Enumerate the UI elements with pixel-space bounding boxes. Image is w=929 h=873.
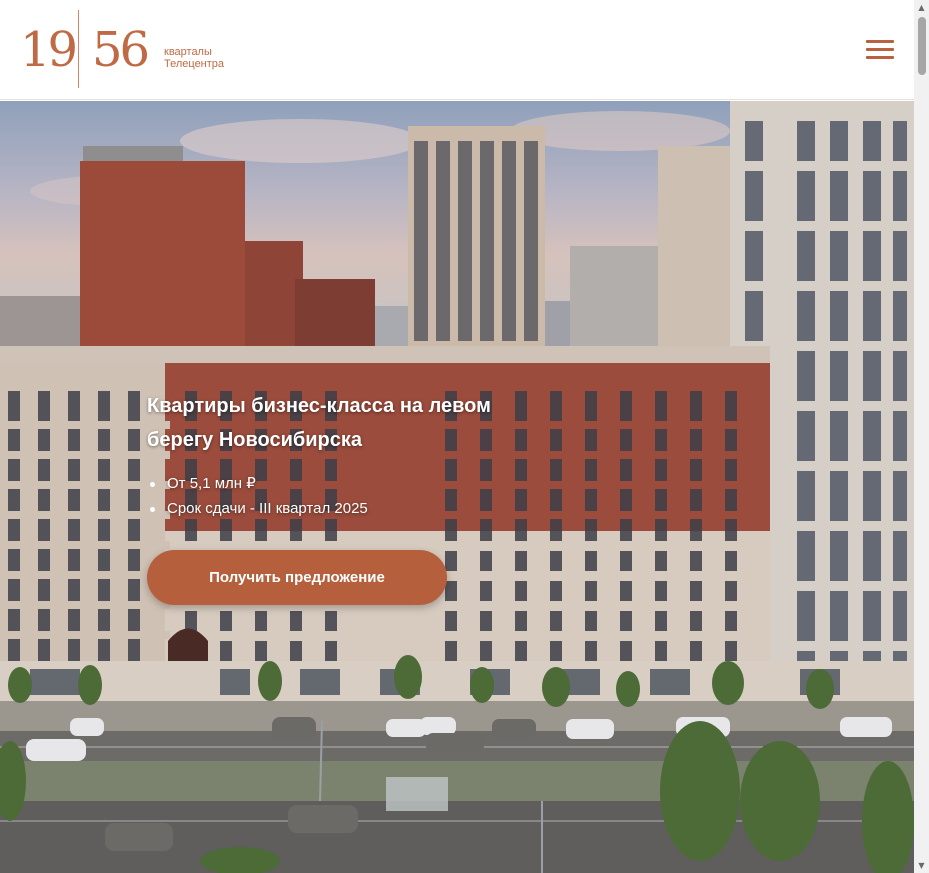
logo-divider: [78, 10, 79, 88]
hero-title-line2: берегу Новосибирска: [147, 429, 363, 451]
hero-section: Квартиры бизнес-класса на левом берегу Н…: [0, 101, 914, 873]
logo-tagline-line1: кварталы: [164, 46, 212, 58]
logo-tagline-line2: Телецентра: [164, 58, 225, 70]
hamburger-line: [866, 40, 894, 43]
hero-features-list: От 5,1 млн ₽ Срок сдачи - III квартал 20…: [147, 471, 567, 521]
logo-tagline: кварталы Телецентра: [164, 46, 224, 70]
site-header: 19 56 кварталы Телецентра: [0, 0, 914, 100]
logo[interactable]: 19 56 кварталы Телецентра: [20, 10, 240, 88]
feature-completion-date: Срок сдачи - III квартал 2025: [147, 496, 567, 521]
hero-title: Квартиры бизнес-класса на левом берегу Н…: [147, 389, 567, 457]
hamburger-line: [866, 48, 894, 51]
logo-number-right: 56: [92, 22, 150, 78]
hero-content: Квартиры бизнес-класса на левом берегу Н…: [147, 389, 567, 605]
scroll-down-icon[interactable]: ▼: [914, 858, 929, 873]
scroll-up-icon[interactable]: ▲: [914, 0, 929, 15]
feature-price: От 5,1 млн ₽: [147, 471, 567, 496]
get-offer-button[interactable]: Получить предложение: [147, 550, 447, 605]
hero-title-line1: Квартиры бизнес-класса на левом: [147, 395, 491, 417]
hamburger-line: [866, 56, 894, 59]
scroll-thumb[interactable]: [918, 17, 926, 75]
logo-number-left: 19: [20, 22, 78, 78]
hamburger-menu-icon[interactable]: [866, 40, 894, 60]
scrollbar[interactable]: ▲ ▼: [914, 0, 929, 873]
